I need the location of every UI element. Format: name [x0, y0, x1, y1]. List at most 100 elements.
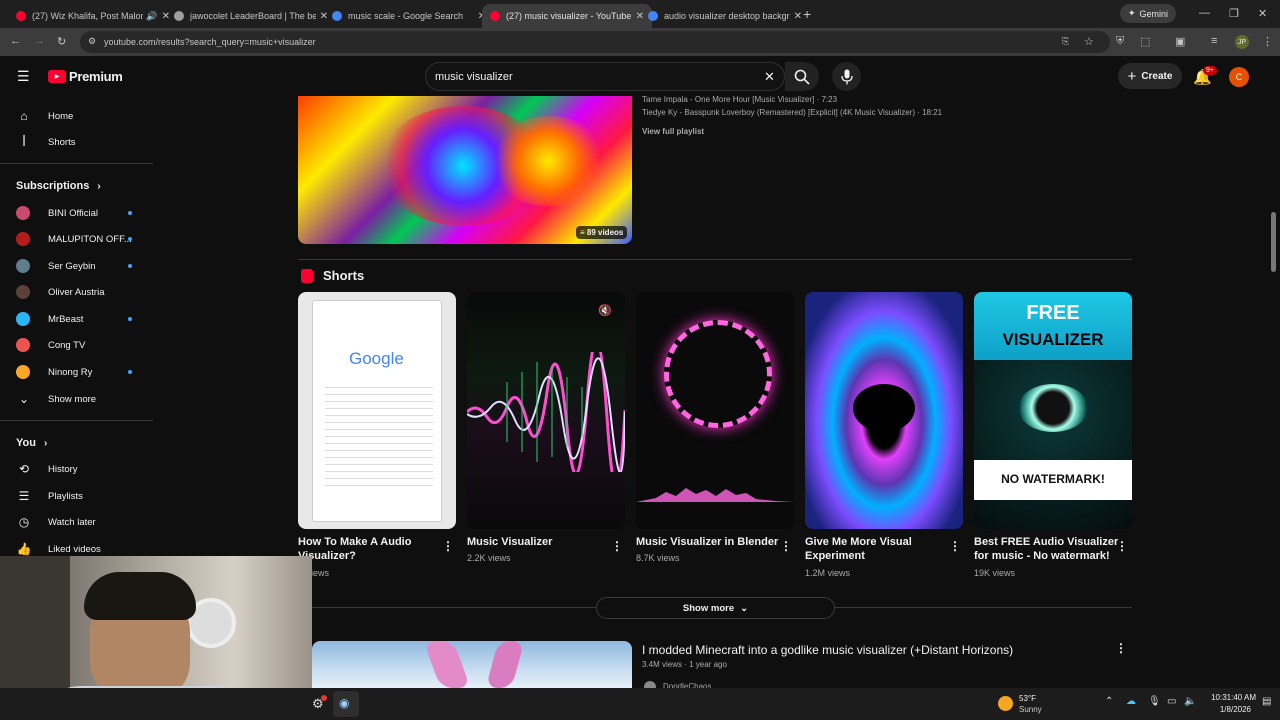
forward-icon[interactable]: →: [34, 35, 45, 47]
short-title[interactable]: Best FREE Audio Visualizer for music - No…: [974, 535, 1118, 563]
sidepanel-icon[interactable]: ▣: [1175, 35, 1185, 48]
video-title[interactable]: I modded Minecraft into a godlike music …: [642, 643, 1013, 657]
you-heading[interactable]: You ›: [16, 437, 47, 449]
notification-center-icon[interactable]: ▤: [1262, 696, 1271, 707]
extensions-puzzle-icon[interactable]: ⬚: [1140, 35, 1150, 48]
create-button[interactable]: + Create: [1118, 63, 1182, 89]
profile-avatar[interactable]: JP: [1235, 35, 1249, 49]
playlist-item[interactable]: Tame Impala - One More Hour [Music Visua…: [642, 95, 837, 104]
close-window-icon[interactable]: ✕: [1258, 7, 1267, 20]
channel-avatar[interactable]: [644, 681, 656, 688]
free-text: FREE: [1026, 302, 1080, 324]
sidebar-item-history[interactable]: ⟲ History: [0, 456, 150, 482]
clock-date[interactable]: 1/8/2026: [1200, 705, 1251, 714]
reload-icon[interactable]: ↻: [57, 35, 66, 48]
browser-tab[interactable]: audio visualizer desktop backgr ✕: [640, 4, 810, 28]
browser-tab[interactable]: jawocolet LeaderBoard | The be ✕: [166, 4, 336, 28]
channel-avatar: [16, 259, 30, 273]
short-title[interactable]: Music Visualizer in Blender: [636, 535, 778, 549]
short-views: 8.7K views: [636, 553, 680, 563]
short-thumbnail[interactable]: [636, 292, 794, 529]
short-thumbnail[interactable]: [805, 292, 963, 529]
weather-condition[interactable]: Sunny: [1019, 705, 1042, 714]
more-options-icon[interactable]: ⋮: [1115, 641, 1127, 655]
onedrive-icon[interactable]: ☁: [1126, 696, 1136, 707]
search-button[interactable]: [785, 62, 819, 91]
address-bar[interactable]: ⚙ youtube.com/results?search_query=music…: [80, 31, 1110, 53]
short-thumbnail[interactable]: FREE VISUALIZER NO WATERMARK!: [974, 292, 1132, 529]
more-options-icon[interactable]: ⋮: [611, 539, 623, 553]
new-content-dot: [128, 370, 132, 374]
sidebar-item-playlists[interactable]: ☰ Playlists: [0, 483, 150, 509]
video-thumbnail[interactable]: [312, 641, 632, 688]
speaker-icon[interactable]: 🔊: [146, 11, 157, 22]
chrome-menu-icon[interactable]: ⋮: [1262, 35, 1273, 48]
close-tab-icon[interactable]: ✕: [794, 11, 802, 22]
sidebar-item-watch-later[interactable]: ◷ Watch later: [0, 509, 150, 535]
more-options-icon[interactable]: ⋮: [442, 539, 454, 553]
clear-search-icon[interactable]: ✕: [764, 69, 775, 85]
short-title[interactable]: How To Make A Audio Visualizer?: [298, 535, 411, 563]
site-info-icon[interactable]: ⚙: [88, 36, 96, 47]
tunnel-center: [853, 384, 915, 432]
sidebar-item-shorts[interactable]: ꟾ Shorts: [0, 129, 150, 155]
tray-chevron-icon[interactable]: ⌃: [1105, 696, 1113, 707]
reading-list-icon[interactable]: ≡: [1211, 35, 1217, 47]
hamburger-menu-icon[interactable]: ☰: [17, 68, 30, 85]
view-full-playlist-link[interactable]: View full playlist: [642, 127, 704, 136]
sidebar-item-subscription[interactable]: Ser Geybin: [0, 253, 150, 279]
sidebar-item-subscription[interactable]: Cong TV: [0, 332, 150, 358]
mic-tray-icon[interactable]: 🎙: [1148, 696, 1161, 707]
channel-name: Oliver Austria: [48, 286, 105, 298]
bookmark-star-icon[interactable]: ☆: [1084, 35, 1094, 48]
browser-tab[interactable]: (27) Wiz Khalifa, Post Malon 🔊 ✕: [8, 4, 178, 28]
playlist-item[interactable]: Tiedye Ky - Basspunk Loverboy (Remastere…: [642, 108, 942, 117]
more-options-icon[interactable]: ⋮: [780, 539, 792, 553]
new-tab-button[interactable]: +: [803, 6, 811, 22]
subscriptions-heading[interactable]: Subscriptions ›: [16, 180, 101, 192]
taskbar-app-active[interactable]: ◉: [333, 691, 359, 717]
clock-time[interactable]: 10:31:40 AM: [1200, 693, 1256, 702]
playlist-thumbnail[interactable]: ≡ 89 videos: [298, 96, 632, 244]
page-scrollbar-thumb[interactable]: [1271, 212, 1276, 272]
shorts-show-more-button[interactable]: Show more ⌄: [596, 597, 835, 619]
account-avatar[interactable]: C: [1229, 67, 1249, 87]
back-icon[interactable]: ←: [10, 35, 21, 47]
minimize-icon[interactable]: —: [1199, 7, 1210, 19]
sidebar-divider: [0, 420, 153, 421]
restore-icon[interactable]: ❐: [1229, 7, 1239, 20]
sidebar-item-subscription[interactable]: Oliver Austria: [0, 279, 150, 305]
voice-search-button[interactable]: [832, 62, 861, 91]
muted-speaker-icon[interactable]: 🔇: [598, 304, 612, 317]
gemini-button[interactable]: ✦ Gemini: [1120, 4, 1176, 23]
browser-tab[interactable]: music scale - Google Search✕: [324, 4, 494, 28]
channel-name: BINI Official: [48, 207, 98, 219]
youtube-logo[interactable]: ▶ Premium: [48, 69, 123, 84]
url-text: youtube.com/results?search_query=music+v…: [104, 37, 316, 47]
sidebar-item-subscription[interactable]: MALUPITON OFF...: [0, 226, 150, 252]
install-app-icon[interactable]: ⎘: [1062, 36, 1069, 47]
short-title[interactable]: Give Me More Visual Experiment: [805, 535, 912, 563]
extension-shield-icon[interactable]: ⛨: [1116, 35, 1124, 48]
short-title-line: Give Me More Visual: [805, 536, 912, 548]
sidebar-item-subscription[interactable]: BINI Official: [0, 200, 150, 226]
sun-weather-icon[interactable]: [998, 696, 1013, 711]
network-icon[interactable]: ▭: [1167, 696, 1176, 707]
browser-tab-active[interactable]: (27) music visualizer - YouTube ✕: [482, 4, 652, 28]
sidebar-item-home[interactable]: ⌂ Home: [0, 103, 150, 129]
short-title[interactable]: Music Visualizer: [467, 535, 552, 549]
short-thumbnail[interactable]: Google: [298, 292, 456, 529]
more-options-icon[interactable]: ⋮: [1116, 539, 1128, 553]
sidebar-item-subscription[interactable]: Ninong Ry: [0, 359, 150, 385]
short-title-line: for music - No watermark!: [974, 550, 1110, 562]
search-input[interactable]: music visualizer ✕: [425, 62, 785, 91]
short-thumbnail[interactable]: 🔇: [467, 292, 625, 529]
new-content-dot: [128, 317, 132, 321]
more-options-icon[interactable]: ⋮: [949, 539, 961, 553]
new-content-dot: [128, 211, 132, 215]
notification-dot: [321, 695, 327, 701]
sidebar-item-show-more[interactable]: ⌄ Show more: [0, 386, 150, 412]
sidebar-item-subscription[interactable]: MrBeast: [0, 306, 150, 332]
volume-icon[interactable]: 🔈: [1184, 696, 1196, 707]
weather-temp[interactable]: 53°F: [1019, 694, 1036, 703]
